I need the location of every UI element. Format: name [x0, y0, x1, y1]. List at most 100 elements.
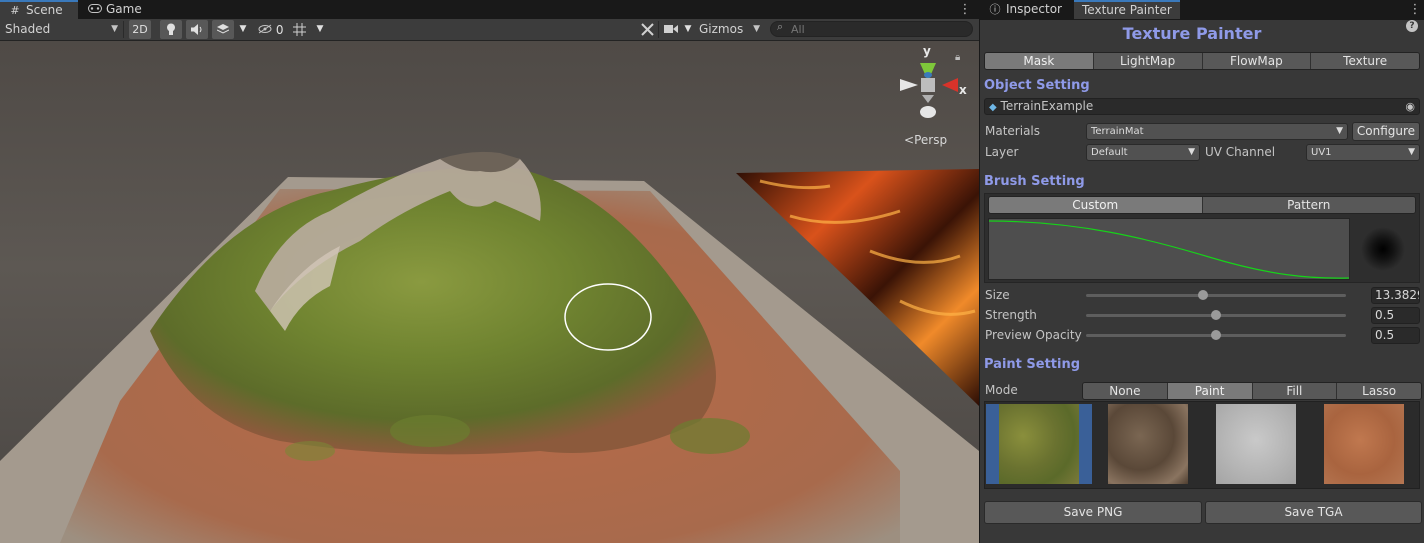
cube-icon: ◆: [989, 102, 997, 113]
camera-icon: [664, 24, 678, 37]
texture-grass[interactable]: [999, 404, 1079, 484]
draw-mode-label: Shaded: [5, 22, 51, 36]
chevron-down-icon: ▼: [1188, 147, 1195, 157]
uv-channel-label: UV Channel: [1205, 145, 1276, 159]
tab-game[interactable]: Game: [80, 0, 150, 19]
camera-settings-button[interactable]: [662, 20, 680, 39]
tab-texture[interactable]: Texture: [1310, 53, 1419, 69]
tools-toggle-button[interactable]: [638, 20, 656, 39]
lock-icon[interactable]: 🔒︎: [955, 52, 960, 63]
size-input[interactable]: 13.3829: [1371, 287, 1420, 304]
grid-toggle-button[interactable]: [290, 20, 308, 39]
gizmo-y-label: y: [923, 44, 931, 58]
size-slider[interactable]: [1086, 294, 1346, 297]
layer-dropdown[interactable]: Default ▼: [1086, 144, 1200, 161]
effects-toggle-button[interactable]: [212, 20, 234, 39]
inspector-menu-icon[interactable]: ⋮: [1408, 0, 1422, 19]
uv-channel-value: UV1: [1311, 147, 1332, 158]
tab-pattern[interactable]: Pattern: [1201, 197, 1415, 213]
materials-label: Materials: [985, 124, 1041, 138]
info-icon: ⓘ: [989, 3, 1001, 16]
strength-slider-handle[interactable]: [1211, 310, 1221, 320]
preview-opacity-label: Preview Opacity: [985, 328, 1082, 342]
tab-scene[interactable]: # Scene: [0, 0, 78, 19]
effects-dropdown-caret[interactable]: ▼: [236, 20, 250, 39]
layer-label: Layer: [985, 145, 1019, 159]
gizmos-dropdown[interactable]: Gizmos ▼: [694, 20, 764, 39]
scene-tab-bar: # Scene Game ⋮: [0, 0, 979, 19]
hidden-objects-toggle[interactable]: 0: [256, 20, 286, 39]
mode-fill[interactable]: Fill: [1251, 383, 1337, 399]
scene-menu-icon[interactable]: ⋮: [958, 0, 972, 19]
materials-dropdown[interactable]: TerrainMat ▼: [1086, 123, 1348, 140]
brush-falloff-curve[interactable]: [988, 218, 1350, 280]
wrench-icon: [640, 23, 654, 39]
projection-toggle[interactable]: <Persp: [904, 133, 947, 147]
object-field[interactable]: ◆ TerrainExample ◉: [984, 98, 1420, 115]
help-icon[interactable]: ?: [1406, 20, 1418, 32]
tab-scene-label: Scene: [26, 3, 63, 17]
preview-opacity-slider-handle[interactable]: [1211, 330, 1221, 340]
search-icon: ⌕: [777, 20, 784, 33]
chevron-down-icon: ▼: [753, 24, 760, 34]
tab-mask[interactable]: Mask: [985, 53, 1093, 69]
gizmo-x-label: x: [959, 83, 967, 97]
tab-texture-painter-label: Texture Painter: [1082, 3, 1172, 17]
tab-lightmap[interactable]: LightMap: [1092, 53, 1202, 69]
texture-stone[interactable]: [1216, 404, 1296, 484]
object-picker-icon[interactable]: ◉: [1405, 99, 1415, 114]
size-label: Size: [985, 288, 1010, 302]
2d-toggle-button[interactable]: 2D: [129, 20, 151, 39]
texture-dirt[interactable]: [1108, 404, 1188, 484]
scene-window: # Scene Game ⋮ Shaded ▼ 2D ▼ 0 ▼ ▼ Gizmo…: [0, 0, 979, 543]
texture-red-soil[interactable]: [1324, 404, 1404, 484]
scene-search-input[interactable]: [791, 22, 961, 36]
camera-dropdown-caret[interactable]: ▼: [682, 20, 694, 39]
tab-flowmap[interactable]: FlowMap: [1201, 53, 1311, 69]
brush-setting-title: Brush Setting: [984, 174, 1085, 189]
configure-button[interactable]: Configure: [1352, 122, 1420, 141]
materials-value: TerrainMat: [1091, 126, 1144, 137]
mode-tabs: Mask LightMap FlowMap Texture: [984, 52, 1420, 70]
tab-inspector-label: Inspector: [1006, 2, 1062, 16]
preview-opacity-input[interactable]: 0.5: [1371, 327, 1420, 344]
chevron-down-icon: ▼: [111, 24, 118, 34]
save-tga-button[interactable]: Save TGA: [1205, 501, 1422, 524]
grid-icon: [292, 23, 306, 39]
save-png-button[interactable]: Save PNG: [984, 501, 1202, 524]
scene-toolbar: Shaded ▼ 2D ▼ 0 ▼ ▼ Gizmos ▼ ⌕ All: [0, 19, 979, 41]
layer-value: Default: [1091, 147, 1128, 158]
draw-mode-dropdown[interactable]: Shaded ▼: [0, 20, 122, 39]
inspector-tab-bar: ⓘ Inspector Texture Painter ⋮: [980, 0, 1424, 20]
tab-inspector[interactable]: ⓘ Inspector: [980, 0, 1070, 19]
mode-lasso[interactable]: Lasso: [1336, 383, 1421, 399]
mode-paint[interactable]: Paint: [1166, 383, 1252, 399]
chevron-down-icon: ▼: [1408, 147, 1415, 157]
terrain-render: [0, 151, 979, 543]
speaker-icon: [191, 24, 203, 38]
brush-tabs: Custom Pattern: [988, 196, 1416, 214]
scene-search-field[interactable]: ⌕: [770, 20, 973, 37]
strength-label: Strength: [985, 308, 1037, 322]
lighting-toggle-button[interactable]: [160, 20, 182, 39]
size-slider-handle[interactable]: [1198, 290, 1208, 300]
uv-channel-dropdown[interactable]: UV1 ▼: [1306, 144, 1420, 161]
brush-preview: [1352, 218, 1414, 280]
projection-label: Persp: [914, 133, 948, 147]
page-title: Texture Painter: [1122, 24, 1262, 43]
tab-custom[interactable]: Custom: [989, 197, 1202, 213]
tab-game-label: Game: [106, 2, 142, 16]
object-name: TerrainExample: [1000, 99, 1094, 113]
grid-dropdown-caret[interactable]: ▼: [312, 20, 328, 39]
mode-none[interactable]: None: [1083, 383, 1167, 399]
tab-texture-painter[interactable]: Texture Painter: [1074, 0, 1180, 19]
paint-setting-title: Paint Setting: [984, 357, 1081, 372]
gizmos-label: Gizmos: [699, 22, 744, 36]
chevron-down-icon: ▼: [1336, 126, 1343, 136]
scene-viewport[interactable]: y x 🔒︎ <Persp: [0, 41, 979, 543]
inspector-window: ⓘ Inspector Texture Painter ⋮ Texture Pai…: [980, 0, 1424, 543]
lightbulb-icon: [166, 23, 176, 39]
audio-toggle-button[interactable]: [186, 20, 208, 39]
gamepad-icon: [88, 0, 102, 19]
strength-input[interactable]: 0.5: [1371, 307, 1420, 324]
